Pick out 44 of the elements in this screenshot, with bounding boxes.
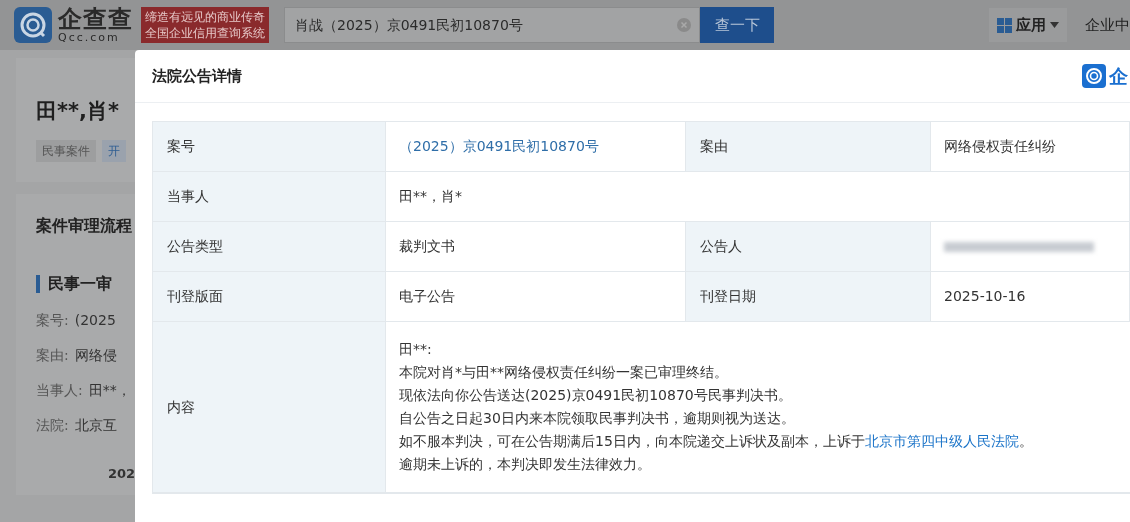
notice-text: 本院对肖*与田**网络侵权责任纠纷一案已审理终结。 [399, 363, 729, 382]
field-value: 北京互 [74, 415, 117, 435]
nav-link[interactable]: 企业中 [1085, 13, 1130, 37]
field-label: 当事人: [36, 380, 83, 400]
logo-domain: Qcc.com [58, 32, 121, 43]
field-label: 法院: [36, 415, 69, 435]
notice-text: 现依法向你公告送达(2025)京0491民初10870号民事判决书。 [399, 386, 793, 405]
field-value: (2025 [74, 310, 116, 330]
table-label: 刊登版面 [153, 272, 386, 321]
tag: 民事案件 [36, 139, 96, 162]
logo-icon[interactable] [14, 7, 52, 43]
table-label: 刊登日期 [686, 272, 931, 321]
table-label: 案由 [686, 122, 931, 171]
grid-icon [997, 17, 1012, 33]
timeline-date: 202 [108, 464, 136, 483]
brand-text: 企 [1109, 63, 1128, 89]
field-label: 案号: [36, 310, 69, 330]
logo-text: 企查查 [58, 7, 133, 31]
notice-text: 田**: [399, 340, 433, 359]
notice-text: 如不服本判决，可在公告期满后15日内，向本院递交上诉状及副本，上诉于北京市第四中级人民法院。 [399, 432, 1034, 451]
apps-menu[interactable]: 应用 [989, 8, 1067, 42]
table-label: 公告人 [686, 222, 931, 271]
slogan-text: 缔造有远见的商业传奇 [145, 9, 265, 25]
field-label: 案由: [36, 345, 69, 365]
caret-icon [1050, 22, 1059, 28]
stage-title: 民事一审 [48, 272, 112, 295]
accent-bar [36, 274, 40, 293]
search-button[interactable]: 查一下 [700, 7, 774, 43]
search-field[interactable]: 肖战（2025）京0491民初10870号 [284, 7, 700, 43]
table-label: 当事人 [153, 172, 386, 221]
table-label: 内容 [153, 322, 386, 492]
dialog-title: 法院公告详情 [152, 65, 242, 87]
slogan-text: 全国企业信用查询系统 [145, 25, 265, 41]
table-label: 公告类型 [153, 222, 386, 271]
notice-text: 逾期未上诉的，本判决即发生法律效力。 [399, 455, 652, 474]
field-value: 田**， [88, 380, 131, 400]
section-title: 案件审理流程 [36, 214, 133, 237]
table-label: 案号 [153, 122, 386, 171]
field-value: 网络侵 [74, 345, 117, 365]
court-link[interactable]: 北京市第四中级人民法院 [864, 433, 1019, 449]
case-title: 田**,肖* [36, 98, 120, 125]
notice-text: 自公告之日起30日内来本院领取民事判决书，逾期则视为送达。 [399, 409, 796, 428]
logo-icon [1082, 64, 1106, 88]
tag: 开 [102, 139, 126, 162]
